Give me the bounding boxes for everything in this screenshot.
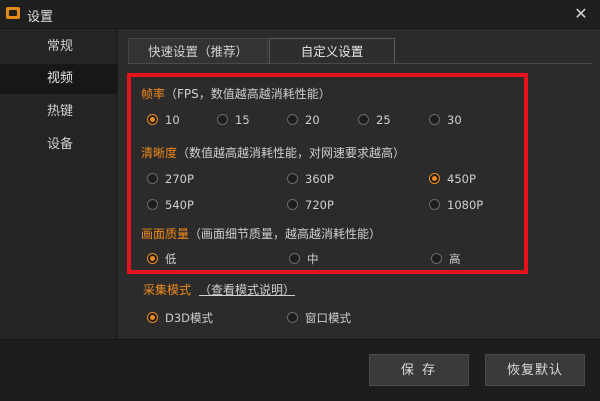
radio-dot <box>287 173 298 184</box>
radio-dot <box>147 173 158 184</box>
quality-heading: 画面质量（画面细节质量，越高越消耗性能） <box>141 225 381 242</box>
resolution-option-label: 450P <box>447 172 476 186</box>
title-bar: 设置 ✕ <box>0 0 600 29</box>
radio-dot <box>147 253 158 264</box>
sidebar-item-general[interactable]: 常规 <box>0 32 117 62</box>
radio-dot <box>431 253 442 264</box>
resolution-option-label: 360P <box>305 172 334 186</box>
capture-mode-option-label: D3D模式 <box>165 311 214 325</box>
fps-option-label: 10 <box>165 113 180 127</box>
radio-dot <box>358 114 369 125</box>
capture-mode-title: 采集模式 <box>143 283 192 297</box>
radio-dot <box>429 114 440 125</box>
resolution-option-label: 1080P <box>447 198 484 212</box>
sidebar: 常规 视频 热键 设备 <box>0 29 118 339</box>
tab-quick-settings[interactable]: 快速设置（推荐） <box>128 38 268 63</box>
radio-dot <box>147 312 158 323</box>
radio-dot <box>429 173 440 184</box>
radio-dot <box>147 199 158 210</box>
quality-title: 画面质量 <box>141 227 190 241</box>
close-icon[interactable]: ✕ <box>570 3 592 25</box>
resolution-title: 清晰度 <box>141 146 178 160</box>
quality-option-label: 低 <box>165 252 177 266</box>
settings-app-icon <box>6 7 20 19</box>
restore-defaults-button[interactable]: 恢复默认 <box>485 354 585 386</box>
radio-dot <box>217 114 228 125</box>
radio-dot <box>147 114 158 125</box>
quality-option-label: 中 <box>307 252 319 266</box>
radio-dot <box>287 312 298 323</box>
quality-hint: （画面细节质量，越高越消耗性能） <box>189 227 382 241</box>
tab-divider <box>128 63 592 64</box>
resolution-option-label: 540P <box>165 198 194 212</box>
radio-dot <box>287 114 298 125</box>
radio-dot <box>287 199 298 210</box>
resolution-heading: 清晰度（数值越高越消耗性能，对网速要求越高） <box>141 144 405 161</box>
radio-dot <box>289 253 300 264</box>
resolution-option-label: 720P <box>305 198 334 212</box>
fps-option-label: 30 <box>447 113 462 127</box>
fps-option-label: 25 <box>376 113 391 127</box>
resolution-hint: （数值越高越消耗性能，对网速要求越高） <box>177 146 406 160</box>
sidebar-item-devices[interactable]: 设备 <box>0 130 117 160</box>
window-title: 设置 <box>27 10 54 25</box>
radio-dot <box>429 199 440 210</box>
sidebar-item-video[interactable]: 视频 <box>0 64 117 94</box>
frame-rate-heading: 帧率（FPS，数值越高越消耗性能） <box>141 85 331 102</box>
capture-mode-option-label: 窗口模式 <box>305 311 351 325</box>
fps-option-label: 15 <box>235 113 250 127</box>
fps-option-label: 20 <box>305 113 320 127</box>
frame-rate-hint: （FPS，数值越高越消耗性能） <box>165 87 331 101</box>
tab-custom-settings[interactable]: 自定义设置 <box>269 38 395 63</box>
quality-option-label: 高 <box>449 252 461 266</box>
footer-bar: 保 存 恢复默认 <box>0 339 600 401</box>
resolution-option-label: 270P <box>165 172 194 186</box>
frame-rate-title: 帧率 <box>141 87 166 101</box>
sidebar-item-hotkeys[interactable]: 热键 <box>0 97 117 127</box>
capture-mode-help-link[interactable]: （查看模式说明） <box>199 281 295 298</box>
save-button[interactable]: 保 存 <box>369 354 469 386</box>
settings-panel: 快速设置（推荐） 自定义设置 帧率（FPS，数值越高越消耗性能） 10 15 2… <box>118 29 600 339</box>
